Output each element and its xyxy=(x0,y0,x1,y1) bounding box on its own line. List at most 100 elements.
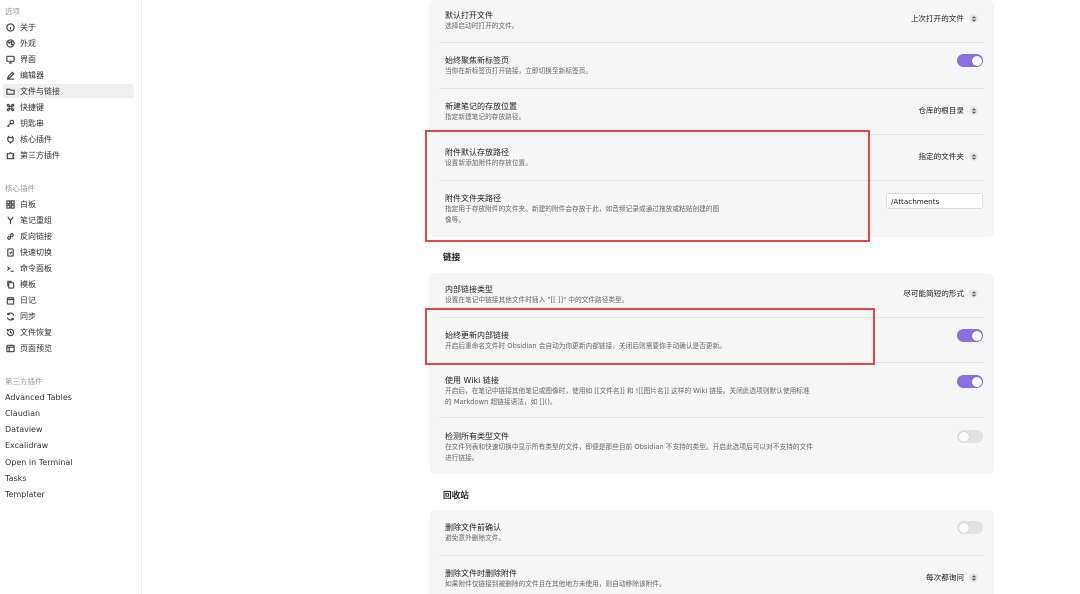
setting-desc: 设置在笔记中链接其他文件时插入 "[[ ]]" 中的文件路径类型。 xyxy=(445,296,629,304)
plug-icon xyxy=(5,134,16,145)
sidebar-item-dataview[interactable]: Dataview xyxy=(3,422,134,436)
key-icon xyxy=(5,118,16,129)
settings-content: 默认打开文件 选择启动时打开的文件。 上次打开的文件 始终聚焦新标签页 当你在新… xyxy=(142,0,1080,594)
palette-icon xyxy=(5,38,16,49)
sidebar-item-label: 钥匙串 xyxy=(20,118,44,128)
setting-attachment-folder: 附件文件夹路径 指定用于存放附件的文件夹。新建的附件会存放于此，如音频记录或通过… xyxy=(439,181,984,237)
setting-name: 删除文件前确认 xyxy=(445,523,501,532)
setting-detect-all-files: 检测所有类型文件 在文件列表和快速切换中显示所有类型的文件，即便是那些目前 Ob… xyxy=(439,418,984,474)
detect-all-files-toggle[interactable] xyxy=(957,430,983,443)
default-open-file-select[interactable]: 上次打开的文件 xyxy=(911,13,978,24)
setting-name: 始终聚焦新标签页 xyxy=(445,56,509,65)
preview-icon xyxy=(5,343,16,354)
sidebar-item-note-composer[interactable]: 笔记重组 xyxy=(3,213,134,227)
focus-new-tab-toggle[interactable] xyxy=(957,54,983,67)
info-icon xyxy=(5,22,16,33)
sidebar-item-label: 快捷键 xyxy=(20,102,44,112)
attachment-folder-input[interactable] xyxy=(886,193,983,209)
sidebar-item-label: 模板 xyxy=(20,279,36,289)
sidebar-item-command-palette[interactable]: 命令面板 xyxy=(3,261,134,275)
sidebar-group-core: 核心插件 xyxy=(5,184,35,193)
setting-desc: 当你在新标签页打开链接，立即切换至新标签页。 xyxy=(445,67,593,75)
link-icon xyxy=(5,231,16,242)
sidebar-item-label: 外观 xyxy=(20,38,36,48)
sidebar-item-open-in-terminal[interactable]: Open in Terminal xyxy=(3,455,134,469)
confirm-delete-toggle[interactable] xyxy=(957,521,983,534)
chevron-updown-icon xyxy=(969,289,978,298)
sidebar-item-label: 笔记重组 xyxy=(20,215,52,225)
dropdown-value: 指定的文件夹 xyxy=(918,152,964,161)
setting-attachment-default: 附件默认存放路径 设置新添加附件的存放位置。 指定的文件夹 xyxy=(439,135,984,181)
sidebar-item-page-preview[interactable]: 页面预览 xyxy=(3,341,134,355)
sidebar-item-interface[interactable]: 界面 xyxy=(3,52,134,66)
internal-link-type-select[interactable]: 尽可能简短的形式 xyxy=(903,288,978,299)
sidebar-item-label: 关于 xyxy=(20,22,36,32)
pencil-icon xyxy=(5,70,16,81)
sidebar-item-sync[interactable]: 同步 xyxy=(3,309,134,323)
sidebar-item-keychain[interactable]: 钥匙串 xyxy=(3,116,134,130)
setting-desc: 如果附件仅链接到被删除的文件且在其他地方未使用，则自动移除该附件。 xyxy=(445,580,666,588)
chevron-updown-icon xyxy=(969,152,978,161)
attachment-default-select[interactable]: 指定的文件夹 xyxy=(918,151,978,162)
setting-name: 附件默认存放路径 xyxy=(445,148,509,157)
auto-update-links-toggle[interactable] xyxy=(957,329,983,342)
sidebar-item-tasks[interactable]: Tasks xyxy=(3,471,134,485)
dropdown-value: 上次打开的文件 xyxy=(910,14,964,23)
setting-name: 默认打开文件 xyxy=(445,11,493,20)
sidebar-item-label: 反向链接 xyxy=(20,231,52,241)
sidebar-item-canvas[interactable]: 白板 xyxy=(3,197,134,211)
setting-desc: 指定新建笔记的存放路径。 xyxy=(445,113,526,121)
chevron-updown-icon xyxy=(969,14,978,23)
sidebar-item-templater[interactable]: Templater xyxy=(3,487,134,501)
sidebar-item-community-plugins[interactable]: 第三方插件 xyxy=(3,148,134,162)
links-settings-card: 内部链接类型 设置在笔记中链接其他文件时插入 "[[ ]]" 中的文件路径类型。… xyxy=(429,273,994,474)
sidebar-item-label: 编辑器 xyxy=(20,70,44,80)
chevron-updown-icon xyxy=(969,106,978,115)
setting-desc: 开启后，在笔记中链接其他笔记或图像时，使用如 [[文件名]] 和 ![[图片名]… xyxy=(445,387,810,406)
setting-name: 内部链接类型 xyxy=(445,285,493,294)
sidebar-item-claudian[interactable]: Claudian xyxy=(3,406,134,420)
setting-name: 新建笔记的存放位置 xyxy=(445,102,517,111)
sidebar-item-appearance[interactable]: 外观 xyxy=(3,36,134,50)
sidebar-item-backlinks[interactable]: 反向链接 xyxy=(3,229,134,243)
new-note-location-select[interactable]: 仓库的根目录 xyxy=(918,105,978,116)
command-icon xyxy=(5,102,16,113)
sidebar-item-advanced-tables[interactable]: Advanced Tables xyxy=(3,390,134,404)
folder-icon xyxy=(5,86,16,97)
setting-name: 删除文件时删除附件 xyxy=(445,569,517,578)
setting-name: 使用 Wiki 链接 xyxy=(445,376,499,385)
setting-wiki-links: 使用 Wiki 链接 开启后，在笔记中链接其他笔记或图像时，使用如 [[文件名]… xyxy=(439,363,984,418)
settings-window: 选项 关于 外观 界面 编辑器 文件与链接 快捷键 钥匙串 核心插件 第三方插件… xyxy=(0,0,1080,594)
wiki-links-toggle[interactable] xyxy=(957,375,983,388)
setting-default-open-file: 默认打开文件 选择启动时打开的文件。 上次打开的文件 xyxy=(439,0,984,43)
setting-desc: 选择启动时打开的文件。 xyxy=(445,22,519,30)
sidebar-item-quick-switcher[interactable]: 快速切换 xyxy=(3,245,134,259)
sidebar-item-editor[interactable]: 编辑器 xyxy=(3,68,134,82)
grid-icon xyxy=(5,199,16,210)
sidebar-item-excalidraw[interactable]: Excalidraw xyxy=(3,438,134,452)
setting-name: 始终更新内部链接 xyxy=(445,331,509,340)
setting-desc: 设置新添加附件的存放位置。 xyxy=(445,159,532,167)
sidebar-item-core-plugins[interactable]: 核心插件 xyxy=(3,132,134,146)
sidebar-item-file-recovery[interactable]: 文件恢复 xyxy=(3,325,134,339)
sidebar-item-hotkeys[interactable]: 快捷键 xyxy=(3,100,134,114)
setting-desc: 指定用于存放附件的文件夹。新建的附件会存放于此，如音频记录或通过拖放或粘贴创建的… xyxy=(445,205,720,224)
delete-attachments-select[interactable]: 每次都询问 xyxy=(926,572,978,583)
setting-desc: 避免意外删除文件。 xyxy=(445,534,506,542)
trash-settings-card: 删除文件前确认 避免意外删除文件。 删除文件时删除附件 如果附件仅链接到被删除的… xyxy=(429,510,994,594)
sidebar-item-label: 核心插件 xyxy=(20,134,52,144)
sidebar-item-label: 第三方插件 xyxy=(20,150,60,160)
sidebar-item-label: 命令面板 xyxy=(20,263,52,273)
toggle-knob xyxy=(958,522,969,533)
settings-sidebar: 选项 关于 外观 界面 编辑器 文件与链接 快捷键 钥匙串 核心插件 第三方插件… xyxy=(0,0,142,594)
terminal-icon xyxy=(5,263,16,274)
sidebar-group-options: 选项 xyxy=(5,7,20,16)
files-settings-card: 默认打开文件 选择启动时打开的文件。 上次打开的文件 始终聚焦新标签页 当你在新… xyxy=(429,0,994,237)
sidebar-item-templates[interactable]: 模板 xyxy=(3,277,134,291)
setting-confirm-delete: 删除文件前确认 避免意外删除文件。 xyxy=(439,510,984,556)
dropdown-value: 每次都询问 xyxy=(926,573,964,582)
sidebar-item-daily-notes[interactable]: 日记 xyxy=(3,293,134,307)
sidebar-item-files-links[interactable]: 文件与链接 xyxy=(3,84,134,98)
setting-desc: 开启后重命名文件时 Obsidian 会自动为你更新内部链接，关闭后则需要你手动… xyxy=(445,342,726,350)
sidebar-item-about[interactable]: 关于 xyxy=(3,20,134,34)
